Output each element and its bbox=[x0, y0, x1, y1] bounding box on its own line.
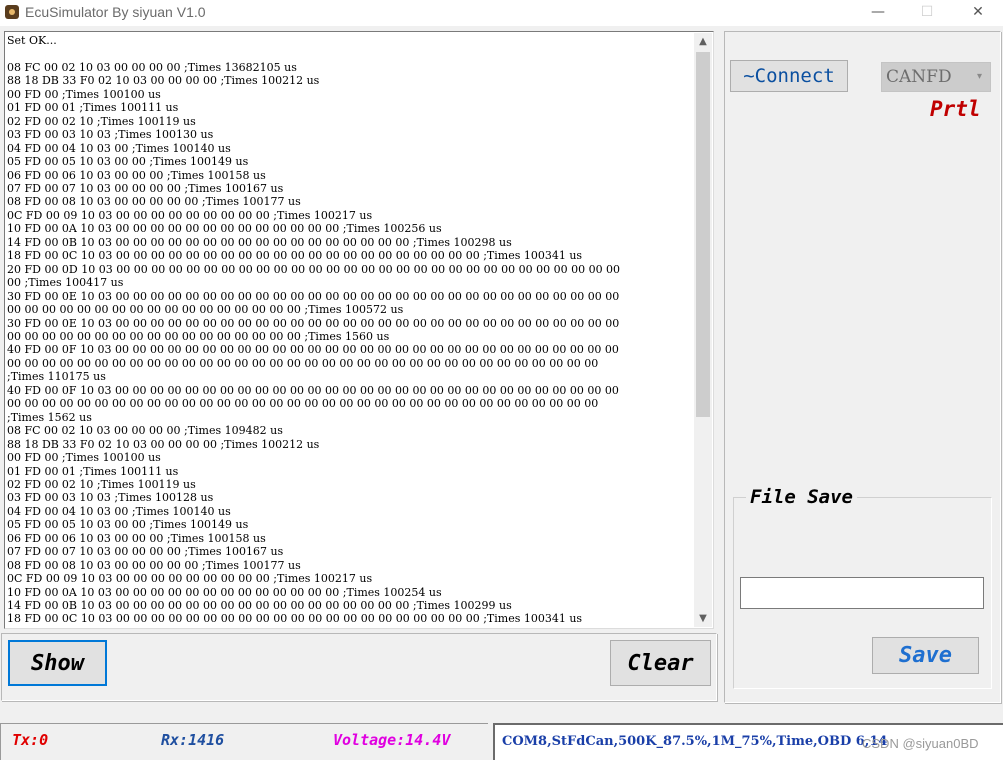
log-line: 04 FD 00 04 10 03 00 ;Times 100140 us bbox=[7, 141, 231, 155]
voltage-readout: Voltage:14.4V bbox=[333, 731, 451, 749]
log-line: 30 FD 00 0E 10 03 00 00 00 00 00 00 00 0… bbox=[7, 316, 620, 330]
log-line: 30 FD 00 0E 10 03 00 00 00 00 00 00 00 0… bbox=[7, 289, 620, 303]
protocol-select[interactable]: CANFD ▾ bbox=[881, 62, 991, 92]
log-line: 14 FD 00 0B 10 03 00 00 00 00 00 00 00 0… bbox=[7, 599, 512, 613]
log-line: 88 18 DB 33 F0 02 10 03 00 00 00 00 ;Tim… bbox=[7, 74, 320, 88]
log-line: 00 FD 00 ;Times 100100 us bbox=[7, 451, 161, 465]
connection-info: COM8,StFdCan,500K_87.5%,1M_75%,Time,OBD … bbox=[502, 734, 888, 749]
log-line: Set OK... bbox=[7, 34, 57, 47]
chevron-down-icon[interactable]: ▾ bbox=[977, 71, 982, 82]
clear-button[interactable]: Clear bbox=[610, 640, 711, 686]
log-line: 88 18 DB 33 F0 02 10 03 00 00 00 00 ;Tim… bbox=[7, 437, 320, 451]
log-line: 07 FD 00 07 10 03 00 00 00 00 ;Times 100… bbox=[7, 545, 284, 559]
log-line: 00 00 00 00 00 00 00 00 00 00 00 00 00 0… bbox=[7, 329, 390, 343]
log-line: 18 FD 00 0C 10 03 00 00 00 00 00 00 00 0… bbox=[7, 249, 583, 263]
log-line: 40 FD 00 0F 10 03 00 00 00 00 00 00 00 0… bbox=[7, 343, 619, 357]
log-line: 02 FD 00 02 10 ;Times 100119 us bbox=[7, 477, 196, 491]
file-path-input[interactable] bbox=[740, 577, 984, 609]
log-line: 04 FD 00 04 10 03 00 ;Times 100140 us bbox=[7, 504, 231, 518]
log-line: 14 FD 00 0B 10 03 00 00 00 00 00 00 00 0… bbox=[7, 235, 512, 249]
log-line: 00 ;Times 100417 us bbox=[7, 276, 124, 290]
log-line: 08 FD 00 08 10 03 00 00 00 00 00 ;Times … bbox=[7, 558, 301, 572]
show-button[interactable]: Show bbox=[8, 640, 107, 686]
log-line: 03 FD 00 03 10 03 ;Times 100128 us bbox=[7, 491, 214, 505]
log-line: 01 FD 00 01 ;Times 100111 us bbox=[7, 101, 179, 115]
tx-counter: Tx:0 bbox=[12, 731, 49, 749]
window-title: EcuSimulator By siyuan V1.0 bbox=[25, 4, 206, 20]
save-button[interactable]: Save bbox=[872, 637, 979, 674]
log-line: 08 FC 00 02 10 03 00 00 00 00 ;Times 136… bbox=[7, 60, 297, 74]
maximize-button[interactable]: ☐ bbox=[904, 0, 950, 26]
log-line: 01 FD 00 01 ;Times 100111 us bbox=[7, 464, 179, 478]
log-line: 06 FD 00 06 10 03 00 00 00 ;Times 100158… bbox=[7, 168, 266, 182]
log-line: 02 FD 00 02 10 ;Times 100119 us bbox=[7, 114, 196, 128]
scroll-thumb[interactable] bbox=[696, 52, 710, 417]
log-line: 20 FD 00 0D 10 03 00 00 00 00 00 00 00 0… bbox=[7, 262, 621, 276]
log-line: 05 FD 00 05 10 03 00 00 ;Times 100149 us bbox=[7, 518, 249, 532]
close-button[interactable]: ✕ bbox=[955, 0, 1001, 26]
log-line: ;Times 110175 us bbox=[7, 370, 106, 384]
log-textbox[interactable]: Set OK... 08 FC 00 02 10 03 00 00 00 00 … bbox=[4, 31, 714, 629]
log-content[interactable]: Set OK... 08 FC 00 02 10 03 00 00 00 00 … bbox=[7, 34, 691, 624]
log-line: 18 FD 00 0C 10 03 00 00 00 00 00 00 00 0… bbox=[7, 612, 583, 624]
log-line: 07 FD 00 07 10 03 00 00 00 00 ;Times 100… bbox=[7, 181, 284, 195]
log-line: 03 FD 00 03 10 03 ;Times 100130 us bbox=[7, 128, 214, 142]
scroll-up-icon[interactable]: ▲ bbox=[694, 33, 712, 50]
log-line: 10 FD 00 0A 10 03 00 00 00 00 00 00 00 0… bbox=[7, 585, 442, 599]
log-line: 00 00 00 00 00 00 00 00 00 00 00 00 00 0… bbox=[7, 397, 599, 411]
log-line: 40 FD 00 0F 10 03 00 00 00 00 00 00 00 0… bbox=[7, 383, 619, 397]
scroll-down-icon[interactable]: ▼ bbox=[694, 610, 712, 627]
log-line: 10 FD 00 0A 10 03 00 00 00 00 00 00 00 0… bbox=[7, 222, 442, 236]
log-line: 08 FD 00 08 10 03 00 00 00 00 00 ;Times … bbox=[7, 195, 301, 209]
log-line: 06 FD 00 06 10 03 00 00 00 ;Times 100158… bbox=[7, 531, 266, 545]
log-line: 05 FD 00 05 10 03 00 00 ;Times 100149 us bbox=[7, 155, 249, 169]
protocol-label: Prtl bbox=[930, 97, 981, 121]
protocol-selected-value: CANFD bbox=[886, 67, 952, 87]
rx-counter: Rx:1416 bbox=[161, 731, 225, 749]
title-bar: EcuSimulator By siyuan V1.0 — ☐ ✕ bbox=[0, 0, 1003, 26]
log-line: 0C FD 00 09 10 03 00 00 00 00 00 00 00 0… bbox=[7, 208, 373, 222]
watermark: CSDN @siyuan0BD bbox=[862, 736, 979, 751]
log-line: 08 FC 00 02 10 03 00 00 00 00 ;Times 109… bbox=[7, 424, 283, 438]
app-icon bbox=[5, 5, 19, 19]
log-line: 00 FD 00 ;Times 100100 us bbox=[7, 87, 161, 101]
vertical-scrollbar[interactable]: ▲ ▼ bbox=[694, 33, 712, 627]
log-line: 00 00 00 00 00 00 00 00 00 00 00 00 00 0… bbox=[7, 303, 404, 317]
file-save-legend: File Save bbox=[746, 486, 857, 508]
log-line: ;Times 1562 us bbox=[7, 410, 92, 424]
log-line: 00 00 00 00 00 00 00 00 00 00 00 00 00 0… bbox=[7, 356, 599, 370]
log-line: 0C FD 00 09 10 03 00 00 00 00 00 00 00 0… bbox=[7, 572, 373, 586]
minimize-button[interactable]: — bbox=[855, 0, 901, 26]
connect-button[interactable]: ~Connect bbox=[730, 60, 848, 92]
